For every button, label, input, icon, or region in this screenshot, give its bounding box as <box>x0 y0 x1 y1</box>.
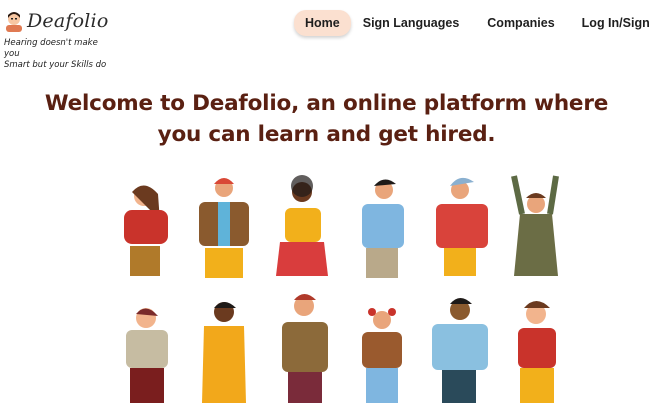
nav-companies-link[interactable]: Companies <box>487 16 554 30</box>
person-signing-icon <box>436 177 488 276</box>
person-signing-icon <box>199 178 249 278</box>
brand[interactable]: Deafolio Hearing doesn't make you Smart … <box>4 10 114 71</box>
person-signing-icon <box>276 175 328 276</box>
person-signing-icon <box>362 308 402 403</box>
person-signing-icon <box>202 302 246 403</box>
hero-headline: Welcome to Deafolio, an online platform … <box>44 91 609 147</box>
person-signing-icon <box>511 175 559 276</box>
person-signing-icon <box>126 308 168 403</box>
nav-home-link[interactable]: Home <box>294 10 351 36</box>
logo-icon <box>6 12 22 32</box>
person-signing-icon <box>362 179 404 278</box>
person-signing-icon <box>518 301 556 403</box>
main-nav: Home Sign Languages Companies Log In/Sig… <box>294 10 653 36</box>
brand-name: Deafolio <box>27 10 109 32</box>
nav-login-link[interactable]: Log In/Sign Up <box>582 16 653 30</box>
brand-tagline: Hearing doesn't make you Smart but your … <box>4 38 107 70</box>
nav-sign-languages-link[interactable]: Sign Languages <box>363 16 460 30</box>
person-signing-icon <box>282 294 328 403</box>
person-signing-icon <box>124 185 168 276</box>
person-signing-icon <box>432 298 488 403</box>
people-signing-illustration <box>124 175 559 403</box>
